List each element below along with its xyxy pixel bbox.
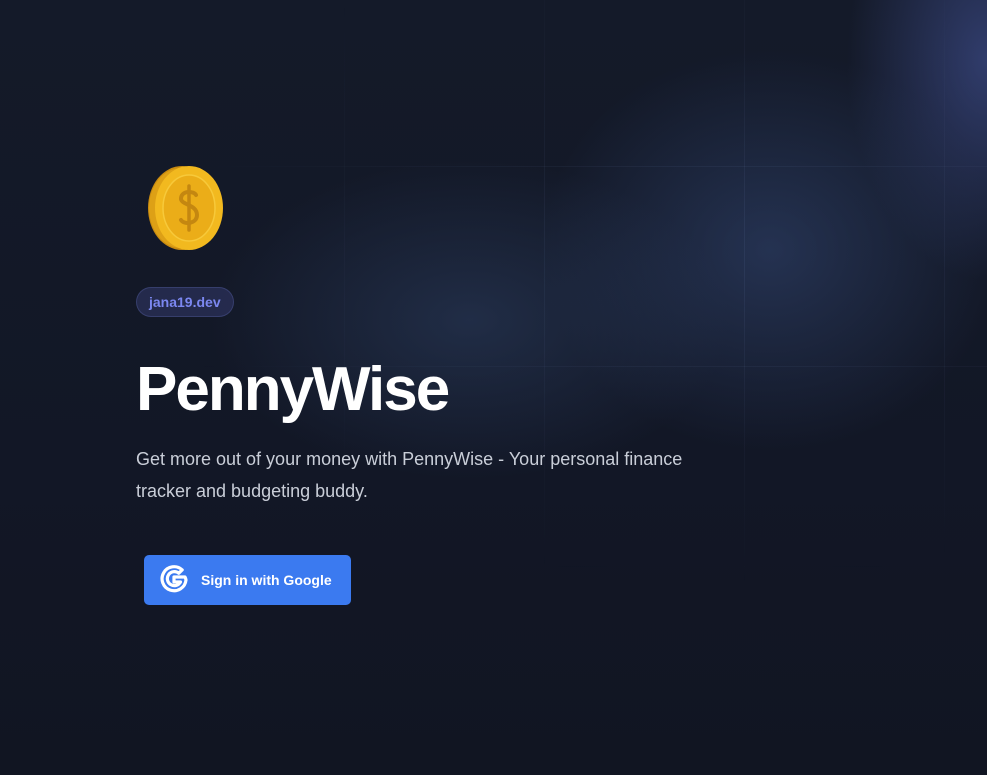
google-sign-in-label: Sign in with Google bbox=[201, 572, 332, 588]
page-title: PennyWise bbox=[136, 355, 450, 424]
page-description: Get more out of your money with PennyWis… bbox=[136, 449, 683, 501]
landing-page: jana19.dev PennyWise Get more out of you… bbox=[0, 0, 987, 775]
domain-badge: jana19.dev bbox=[136, 287, 234, 317]
google-g-icon bbox=[160, 565, 188, 593]
coin-dollar-icon bbox=[148, 166, 223, 250]
google-sign-in-button[interactable]: Sign in with Google bbox=[144, 555, 351, 605]
